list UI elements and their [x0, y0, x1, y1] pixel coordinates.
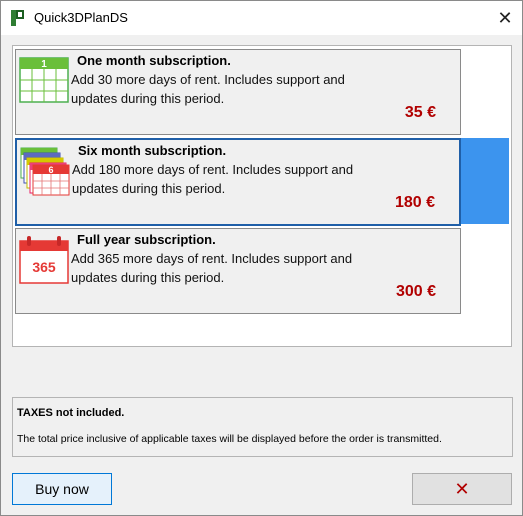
taxes-title: TAXES not included. — [17, 407, 125, 419]
app-logo-icon — [11, 10, 24, 26]
taxes-note: TAXES not included. The total price incl… — [12, 397, 513, 457]
subscription-description: Add 365 more days of rent. Includes supp… — [71, 251, 353, 285]
window-title: Quick3DPlanDS — [34, 10, 128, 25]
subscription-item-full-year[interactable]: 365 Full year subscription. Add 365 more… — [15, 228, 461, 314]
subscription-title: Six month subscription. — [78, 143, 227, 158]
subscription-price: 180 € — [394, 194, 435, 211]
calendar-six-month-icon: 6 — [20, 147, 70, 196]
close-window-button[interactable]: ✕ — [491, 5, 519, 31]
calendar-one-month-icon: 1 — [19, 57, 69, 103]
subscription-description: Add 30 more days of rent. Includes suppo… — [71, 72, 345, 106]
subscription-price: 300 € — [395, 283, 436, 300]
cancel-button[interactable]: ✕ — [412, 473, 512, 505]
subscription-item-six-month[interactable]: 6 Six month subscription. Add 180 more d… — [15, 138, 461, 226]
subscription-price: 35 € — [404, 104, 436, 121]
title-bar: Quick3DPlanDS ✕ — [1, 1, 522, 35]
subscription-list[interactable]: 1 One month subscription. Add 30 more da… — [12, 45, 512, 347]
selection-highlight — [461, 138, 509, 224]
subscription-title: Full year subscription. — [77, 232, 216, 247]
calendar-label: 1 — [41, 59, 47, 70]
calendar-label: 365 — [32, 259, 56, 275]
dialog-window: Quick3DPlanDS ✕ 1 One month subscription… — [0, 0, 523, 516]
calendar-label: 6 — [48, 165, 53, 175]
subscription-item-one-month[interactable]: 1 One month subscription. Add 30 more da… — [15, 49, 461, 135]
buy-now-button[interactable]: Buy now — [12, 473, 112, 505]
subscription-description: Add 180 more days of rent. Includes supp… — [72, 162, 354, 196]
subscription-title: One month subscription. — [77, 53, 231, 68]
taxes-text: The total price inclusive of applicable … — [17, 433, 442, 445]
calendar-full-year-icon: 365 — [19, 236, 69, 284]
